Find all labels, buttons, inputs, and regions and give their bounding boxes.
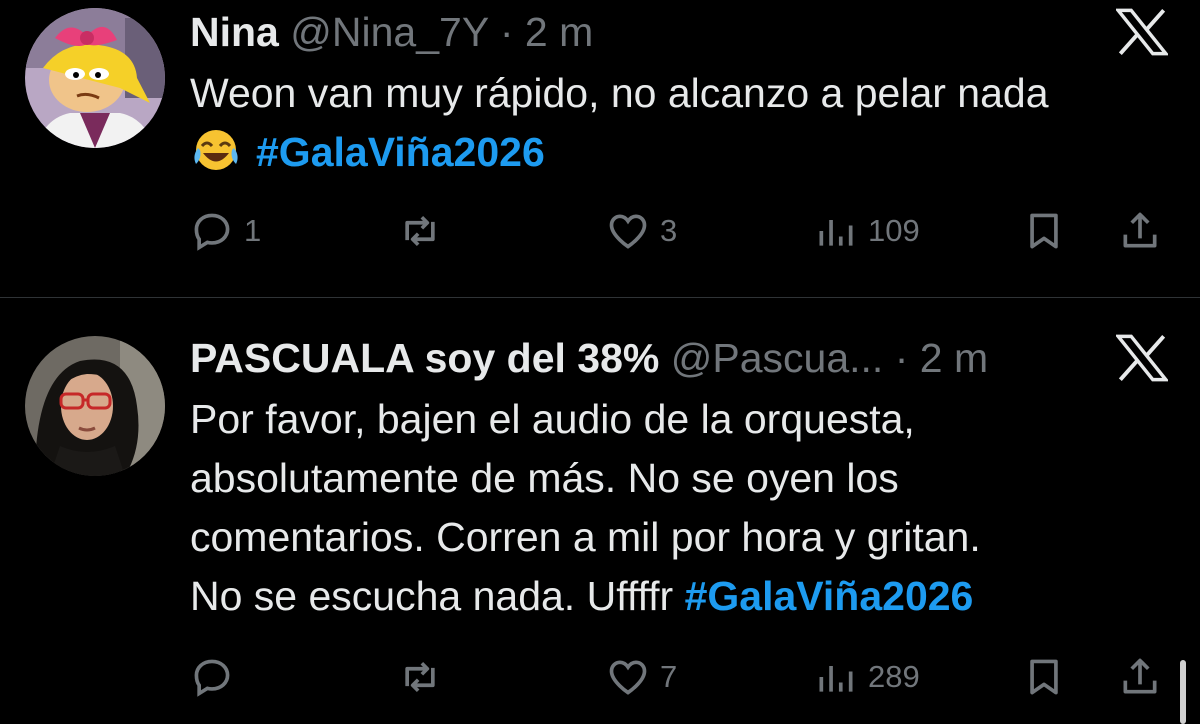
timestamp[interactable]: 2 m: [525, 9, 593, 55]
heart-icon: [609, 214, 647, 249]
share-icon: [1123, 658, 1157, 694]
share-icon: [1123, 212, 1157, 248]
tweet-text-line: No se escucha nada. Uffffr: [190, 573, 674, 619]
bookmark-button[interactable]: [1022, 206, 1066, 256]
retweet-icon: [405, 215, 435, 247]
bookmark-button[interactable]: [1022, 652, 1066, 702]
bookmark-icon: [1030, 659, 1058, 695]
user-handle[interactable]: @Pascua...: [671, 335, 884, 381]
tweet-actions: 7 289: [0, 652, 1200, 702]
tweet-text-line: Weon van muy rápido, no alcanzo a pelar …: [190, 70, 1049, 116]
reply-icon: [194, 659, 230, 697]
tweet-text-line: absolutamente de más. No se oyen los: [190, 455, 899, 501]
views-icon: [819, 220, 853, 246]
views-button[interactable]: 289: [814, 652, 920, 702]
tweet-header: PASCUALA soy del 38% @Pascua... · 2 m: [190, 334, 1090, 382]
tweet-header: Nina @Nina_7Y · 2 m: [190, 8, 1090, 56]
separator-dot: ·: [894, 335, 909, 381]
timestamp[interactable]: 2 m: [920, 335, 988, 381]
display-name[interactable]: PASCUALA soy del 38%: [190, 335, 659, 381]
user-handle[interactable]: @Nina_7Y: [290, 9, 488, 55]
face-with-tears-of-joy-icon: [190, 126, 242, 174]
retweet-icon: [405, 661, 435, 693]
avatar-pascuala[interactable]: [25, 336, 165, 476]
share-button[interactable]: [1118, 652, 1162, 702]
reply-button[interactable]: 1: [190, 206, 261, 256]
reply-button[interactable]: [190, 652, 244, 702]
like-count: 7: [660, 659, 678, 694]
tweet-1[interactable]: Nina @Nina_7Y · 2 m Weon van muy rápido,…: [0, 0, 1200, 297]
display-name[interactable]: Nina: [190, 9, 279, 55]
x-logo-icon: [1116, 334, 1168, 382]
tweet-text-line: Por favor, bajen el audio de la orquesta…: [190, 396, 915, 442]
retweet-button[interactable]: [398, 206, 452, 256]
retweet-button[interactable]: [398, 652, 452, 702]
like-count: 3: [660, 213, 678, 248]
reply-count: 1: [244, 213, 262, 248]
reply-icon: [194, 213, 230, 251]
bookmark-icon: [1030, 213, 1058, 249]
hashtag-link[interactable]: #GalaViña2026: [256, 129, 545, 175]
like-button[interactable]: 7: [606, 652, 677, 702]
share-button[interactable]: [1118, 206, 1162, 256]
like-button[interactable]: 3: [606, 206, 677, 256]
tweet-actions: 1 3 109: [0, 206, 1200, 256]
heart-icon: [609, 660, 647, 695]
avatar-nina[interactable]: [25, 8, 165, 148]
separator-dot: ·: [499, 9, 514, 55]
tweet-text-line: comentarios. Corren a mil por hora y gri…: [190, 514, 981, 560]
hashtag-link[interactable]: #GalaViña2026: [685, 573, 974, 619]
tweet-text: Por favor, bajen el audio de la orquesta…: [190, 390, 1170, 626]
views-button[interactable]: 109: [814, 206, 920, 256]
view-count: 289: [868, 659, 920, 694]
view-count: 109: [868, 213, 920, 248]
views-icon: [819, 666, 853, 692]
tweet-2[interactable]: PASCUALA soy del 38% @Pascua... · 2 m Po…: [0, 298, 1200, 724]
x-logo-icon: [1116, 8, 1168, 56]
scrollbar[interactable]: [1180, 660, 1186, 724]
tweet-text: Weon van muy rápido, no alcanzo a pelar …: [190, 64, 1170, 182]
